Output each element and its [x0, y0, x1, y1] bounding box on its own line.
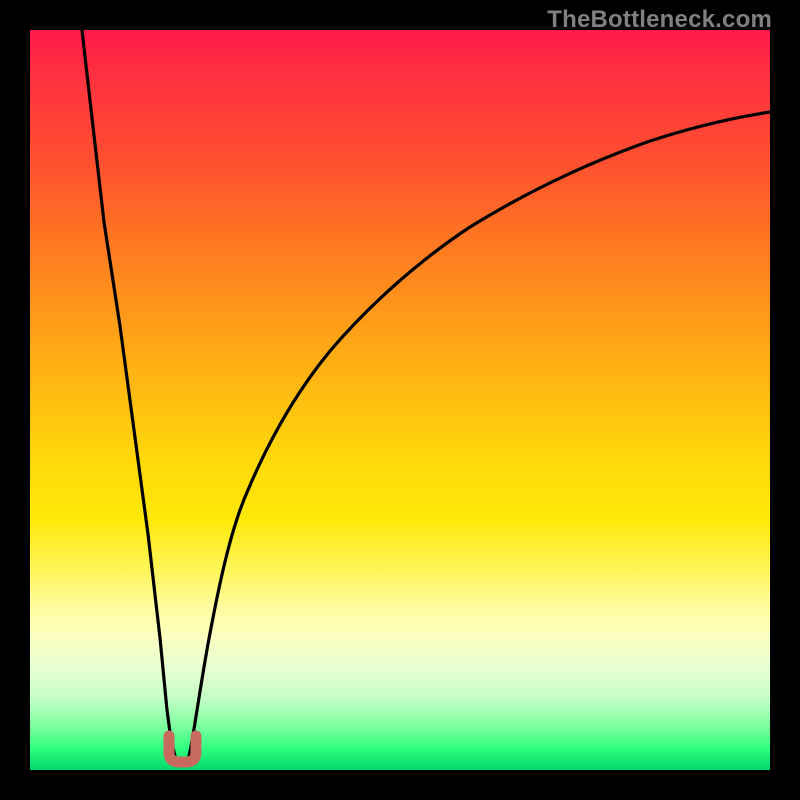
chart-canvas [30, 30, 770, 770]
marker-u-shape [169, 736, 196, 762]
curve-right-branch [189, 112, 770, 756]
curve-left-branch [82, 30, 175, 756]
chart-frame: TheBottleneck.com [0, 0, 800, 800]
